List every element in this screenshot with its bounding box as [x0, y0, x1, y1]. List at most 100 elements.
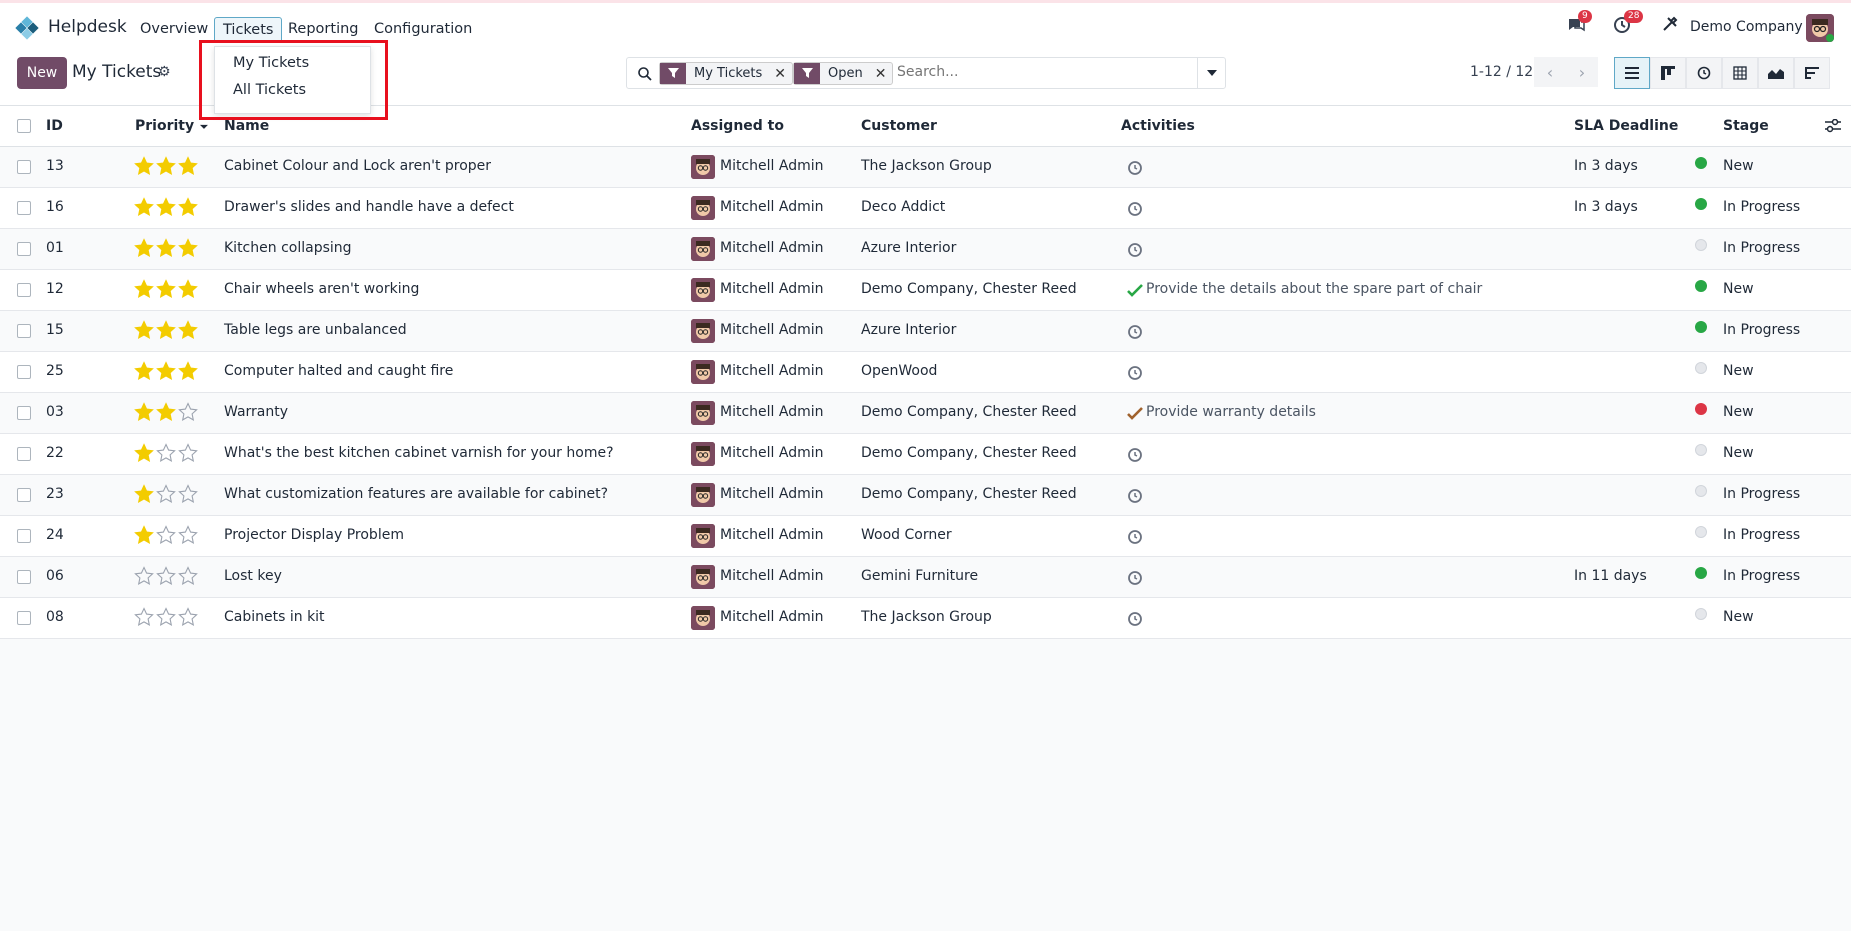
- row-checkbox[interactable]: [17, 160, 31, 174]
- table-row[interactable]: 06 Lost key Mitchell Admin Gemini Furnit…: [0, 557, 1851, 598]
- table-row[interactable]: 24 Projector Display Problem Mitchell Ad…: [0, 516, 1851, 557]
- activity-clock-icon[interactable]: [1127, 611, 1143, 627]
- column-priority[interactable]: Priority: [135, 118, 194, 134]
- star-filled-icon[interactable]: [156, 238, 176, 258]
- app-name[interactable]: Helpdesk: [48, 17, 127, 37]
- assignee-avatar[interactable]: [691, 155, 715, 179]
- assignee-avatar[interactable]: [691, 237, 715, 261]
- view-list-button[interactable]: [1614, 57, 1650, 89]
- activity-clock-icon[interactable]: [1127, 242, 1143, 258]
- star-empty-icon[interactable]: [178, 402, 198, 422]
- table-row[interactable]: 03 Warranty Mitchell Admin Demo Company,…: [0, 393, 1851, 434]
- star-filled-icon[interactable]: [178, 197, 198, 217]
- priority-stars[interactable]: [134, 320, 198, 340]
- table-row[interactable]: 01 Kitchen collapsing Mitchell Admin Azu…: [0, 229, 1851, 270]
- star-filled-icon[interactable]: [156, 156, 176, 176]
- star-empty-icon[interactable]: [156, 566, 176, 586]
- priority-stars[interactable]: [134, 484, 198, 504]
- activity-clock-icon[interactable]: [1127, 365, 1143, 381]
- priority-stars[interactable]: [134, 607, 198, 627]
- view-pivot-button[interactable]: [1722, 57, 1758, 89]
- kanban-state-dot[interactable]: [1695, 198, 1707, 210]
- star-filled-icon[interactable]: [178, 156, 198, 176]
- view-cohort-button[interactable]: [1794, 57, 1830, 89]
- search-icon[interactable]: [637, 66, 653, 82]
- row-checkbox[interactable]: [17, 324, 31, 338]
- assignee-avatar[interactable]: [691, 606, 715, 630]
- star-filled-icon[interactable]: [134, 525, 154, 545]
- kanban-state-dot[interactable]: [1695, 608, 1707, 620]
- row-checkbox[interactable]: [17, 488, 31, 502]
- activity-clock-icon[interactable]: [1127, 447, 1143, 463]
- star-filled-icon[interactable]: [134, 402, 154, 422]
- table-row[interactable]: 16 Drawer's slides and handle have a def…: [0, 188, 1851, 229]
- star-empty-icon[interactable]: [156, 443, 176, 463]
- kanban-state-dot[interactable]: [1695, 239, 1707, 251]
- star-filled-icon[interactable]: [134, 279, 154, 299]
- star-empty-icon[interactable]: [178, 443, 198, 463]
- kanban-state-dot[interactable]: [1695, 403, 1707, 415]
- table-row[interactable]: 13 Cabinet Colour and Lock aren't proper…: [0, 147, 1851, 188]
- table-row[interactable]: 22 What's the best kitchen cabinet varni…: [0, 434, 1851, 475]
- star-filled-icon[interactable]: [156, 320, 176, 340]
- pager-next[interactable]: ›: [1566, 57, 1598, 87]
- assignee-avatar[interactable]: [691, 360, 715, 384]
- facet-remove-icon[interactable]: ✕: [774, 66, 786, 82]
- select-all-checkbox[interactable]: [17, 119, 31, 133]
- user-avatar[interactable]: [1806, 14, 1834, 42]
- column-activities[interactable]: Activities: [1121, 118, 1195, 134]
- activity-clock-icon[interactable]: [1127, 529, 1143, 545]
- priority-stars[interactable]: [134, 197, 198, 217]
- table-row[interactable]: 15 Table legs are unbalanced Mitchell Ad…: [0, 311, 1851, 352]
- column-assigned[interactable]: Assigned to: [691, 118, 784, 134]
- assignee-avatar[interactable]: [691, 278, 715, 302]
- company-switcher[interactable]: Demo Company: [1690, 19, 1803, 45]
- kanban-state-dot[interactable]: [1695, 526, 1707, 538]
- priority-stars[interactable]: [134, 525, 198, 545]
- view-activity-button[interactable]: [1686, 57, 1722, 89]
- activity-clock-icon[interactable]: [1127, 324, 1143, 340]
- star-filled-icon[interactable]: [134, 156, 154, 176]
- pager-value[interactable]: 1-12 / 12: [1470, 64, 1533, 80]
- star-empty-icon[interactable]: [156, 607, 176, 627]
- table-row[interactable]: 23 What customization features are avail…: [0, 475, 1851, 516]
- kanban-state-dot[interactable]: [1695, 567, 1707, 579]
- assignee-avatar[interactable]: [691, 483, 715, 507]
- row-checkbox[interactable]: [17, 570, 31, 584]
- priority-stars[interactable]: [134, 402, 198, 422]
- kanban-state-dot[interactable]: [1695, 485, 1707, 497]
- row-checkbox[interactable]: [17, 201, 31, 215]
- row-checkbox[interactable]: [17, 242, 31, 256]
- assignee-avatar[interactable]: [691, 565, 715, 589]
- priority-stars[interactable]: [134, 279, 198, 299]
- search-input[interactable]: [897, 64, 1187, 80]
- row-checkbox[interactable]: [17, 447, 31, 461]
- star-empty-icon[interactable]: [134, 566, 154, 586]
- pager-previous[interactable]: ‹: [1534, 57, 1566, 87]
- activity-clock-icon[interactable]: [1127, 160, 1143, 176]
- star-filled-icon[interactable]: [134, 484, 154, 504]
- star-filled-icon[interactable]: [178, 320, 198, 340]
- optional-columns-icon[interactable]: [1825, 119, 1841, 133]
- star-filled-icon[interactable]: [178, 238, 198, 258]
- star-empty-icon[interactable]: [156, 484, 176, 504]
- search-options-toggle[interactable]: [1197, 58, 1225, 88]
- star-empty-icon[interactable]: [178, 566, 198, 586]
- activity-clock-icon[interactable]: [1127, 201, 1143, 217]
- row-checkbox[interactable]: [17, 406, 31, 420]
- column-id[interactable]: ID: [46, 118, 63, 134]
- assignee-avatar[interactable]: [691, 401, 715, 425]
- row-checkbox[interactable]: [17, 529, 31, 543]
- priority-stars[interactable]: [134, 443, 198, 463]
- helpdesk-logo-icon[interactable]: [15, 16, 39, 40]
- activity-clock-icon[interactable]: [1127, 570, 1143, 586]
- column-customer[interactable]: Customer: [861, 118, 937, 134]
- kanban-state-dot[interactable]: [1695, 321, 1707, 333]
- star-empty-icon[interactable]: [178, 525, 198, 545]
- activity-summary[interactable]: Provide the details about the spare part…: [1146, 281, 1482, 297]
- table-row[interactable]: 08 Cabinets in kit Mitchell Admin The Ja…: [0, 598, 1851, 639]
- star-filled-icon[interactable]: [178, 279, 198, 299]
- column-sla[interactable]: SLA Deadline: [1574, 118, 1678, 134]
- kanban-state-dot[interactable]: [1695, 157, 1707, 169]
- star-filled-icon[interactable]: [134, 238, 154, 258]
